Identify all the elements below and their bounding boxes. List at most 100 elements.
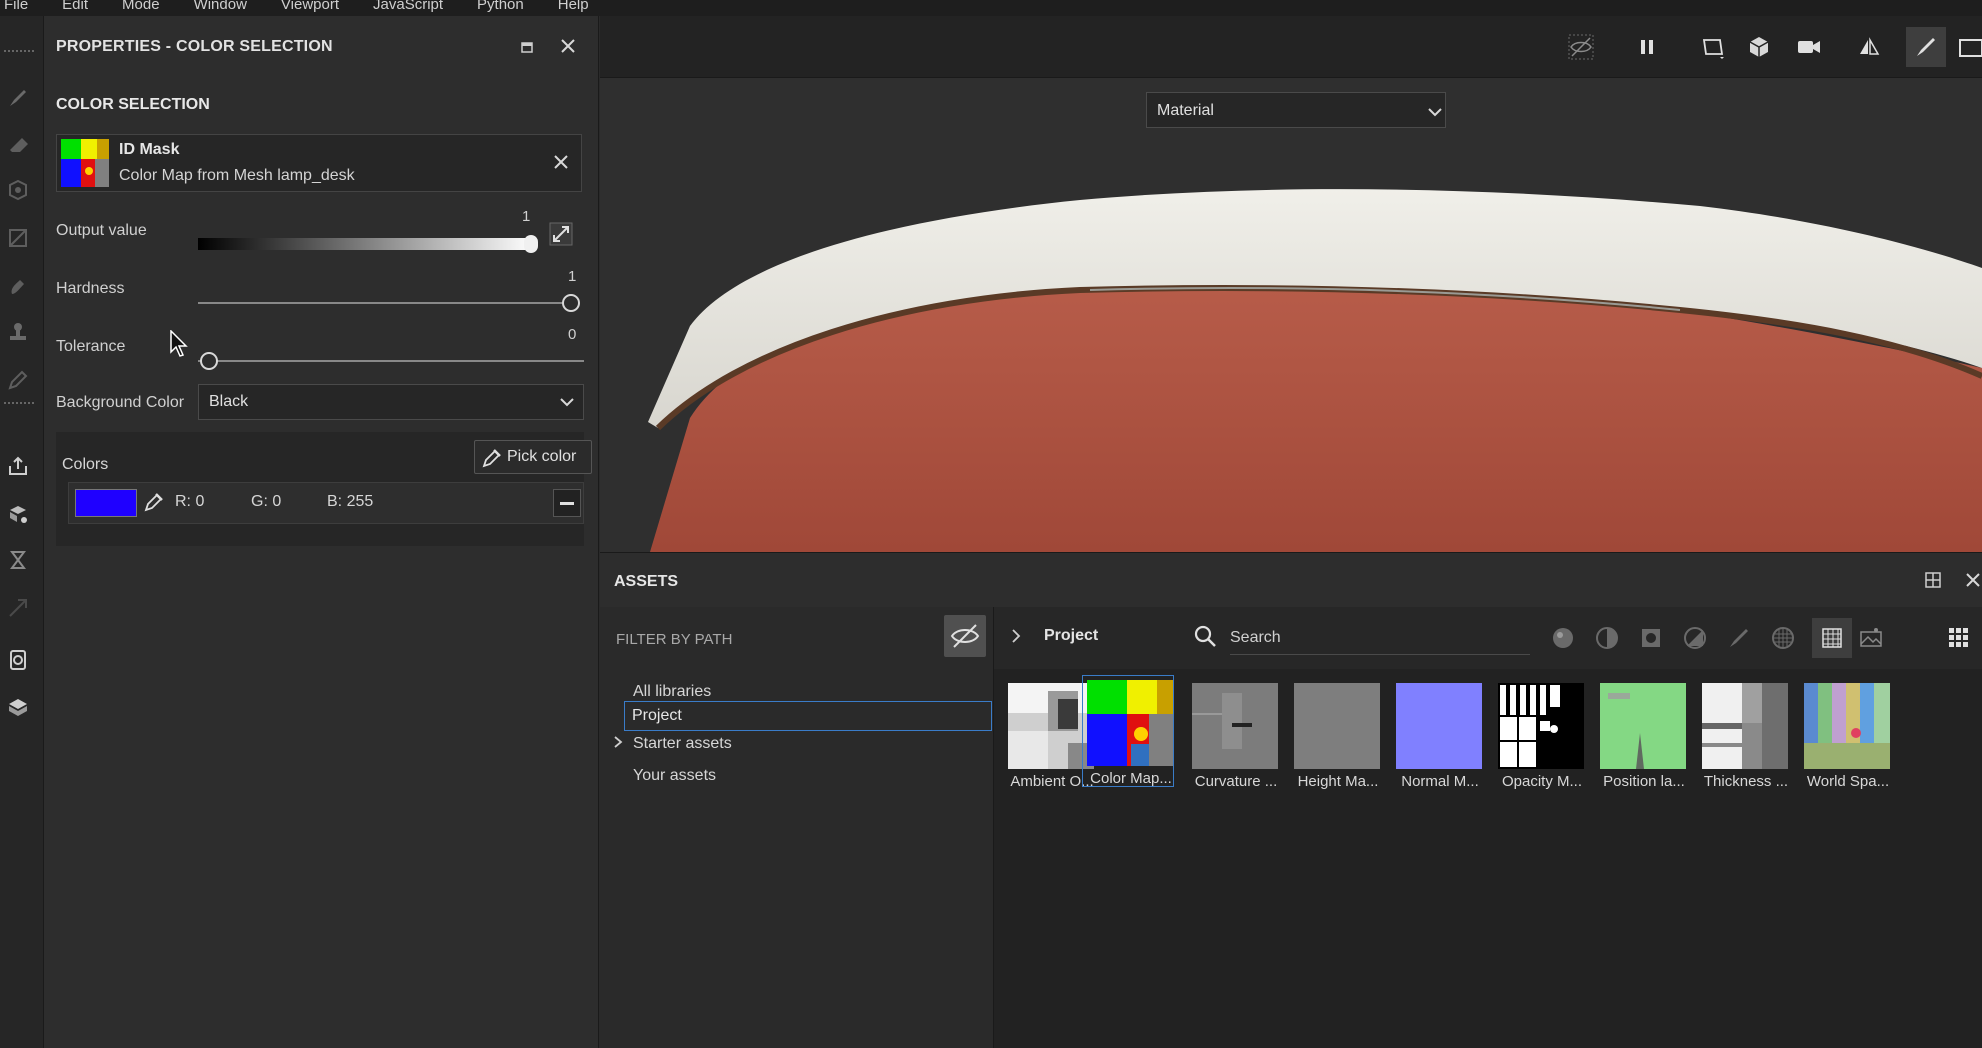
grid-view-icon[interactable] xyxy=(1944,623,1974,653)
texture-filter-icon[interactable] xyxy=(1768,623,1798,653)
normal-map-thumbnail-icon xyxy=(1396,683,1482,769)
lamp-shade-render xyxy=(648,189,1982,552)
asset-tile[interactable]: Opacity M... xyxy=(1494,679,1586,791)
tree-item-project[interactable]: Project xyxy=(624,701,992,731)
menu-file[interactable]: File xyxy=(4,0,28,12)
polygon-fill-icon[interactable] xyxy=(4,224,32,252)
asset-tile[interactable]: World Spa... xyxy=(1800,679,1892,791)
generator-filter-icon[interactable] xyxy=(1680,623,1710,653)
hardness-readout: 1 xyxy=(568,268,577,285)
asset-tile[interactable]: Position la... xyxy=(1596,679,1688,791)
bake-mesh-icon[interactable] xyxy=(4,500,32,528)
output-value-label: Output value xyxy=(56,222,147,239)
properties-panel: PROPERTIES - COLOR SELECTION COLOR SELEC… xyxy=(44,16,599,1048)
projection-cube-icon[interactable] xyxy=(4,176,32,204)
background-color-select[interactable]: Black xyxy=(198,384,584,420)
id-mask-source[interactable]: ID Mask Color Map from Mesh lamp_desk xyxy=(56,134,582,192)
search-input[interactable] xyxy=(1230,621,1530,655)
asset-tile[interactable]: Curvature ... xyxy=(1188,679,1280,791)
menu-python[interactable]: Python xyxy=(477,0,524,12)
camera-icon[interactable] xyxy=(1794,32,1824,62)
asset-tile[interactable]: Thickness ... xyxy=(1698,679,1790,791)
background-color-label: Background Color xyxy=(56,394,185,411)
tolerance-handle[interactable] xyxy=(200,352,218,370)
assets-toolbar: Project xyxy=(994,607,1982,669)
tree-item-starter-assets[interactable]: Starter assets xyxy=(633,735,732,753)
export-icon[interactable] xyxy=(4,452,32,480)
viewport-mode-value: Material xyxy=(1157,102,1214,119)
3d-viewport[interactable] xyxy=(600,78,1982,552)
3d-cube-icon[interactable] xyxy=(1744,32,1774,62)
world-space-normal-thumbnail-icon xyxy=(1804,683,1890,769)
toolbar-separator xyxy=(4,402,34,405)
brush-filter-icon[interactable] xyxy=(1724,623,1754,653)
float-panel-icon[interactable] xyxy=(518,38,536,56)
paint-brush-icon[interactable] xyxy=(4,84,32,112)
tree-item-all-libraries[interactable]: All libraries xyxy=(633,683,711,701)
2d-view-icon[interactable] xyxy=(1698,32,1728,62)
hourglass-icon[interactable] xyxy=(4,546,32,574)
menu-javascript[interactable]: JavaScript xyxy=(373,0,443,12)
mask-filter-icon[interactable] xyxy=(1636,623,1666,653)
chevron-right-icon[interactable] xyxy=(1010,627,1022,645)
baked-map-filter-icon[interactable] xyxy=(1812,618,1852,658)
screenshot-icon[interactable] xyxy=(1956,32,1982,62)
eyedropper-icon[interactable] xyxy=(143,491,165,513)
shader-settings-icon[interactable] xyxy=(4,646,32,674)
menu-edit[interactable]: Edit xyxy=(62,0,88,12)
material-filter-icon[interactable] xyxy=(1548,623,1578,653)
close-icon[interactable] xyxy=(558,36,578,56)
asset-tile[interactable]: Normal M... xyxy=(1392,679,1484,791)
menu-help[interactable]: Help xyxy=(558,0,589,12)
smart-material-filter-icon[interactable] xyxy=(1592,623,1622,653)
hide-filter-button[interactable] xyxy=(944,615,986,657)
output-value-handle[interactable] xyxy=(524,235,538,253)
mouse-cursor-icon xyxy=(170,330,188,357)
pick-color-button[interactable]: Pick color xyxy=(474,440,592,474)
viewport-toolbar xyxy=(600,16,1982,78)
hardness-slider[interactable] xyxy=(198,302,578,304)
menu-bar: File Edit Mode Window Viewport JavaScrip… xyxy=(0,0,1982,16)
menu-window[interactable]: Window xyxy=(194,0,247,12)
position-map-thumbnail-icon xyxy=(1600,683,1686,769)
clone-stamp-icon[interactable] xyxy=(4,318,32,346)
chevron-right-icon[interactable] xyxy=(612,735,624,749)
eyedropper-icon xyxy=(482,449,501,468)
breadcrumb[interactable]: Project xyxy=(1044,627,1098,645)
opacity-map-thumbnail-icon xyxy=(1498,683,1584,769)
viewport-mode-select[interactable]: Material xyxy=(1146,92,1446,128)
assets-title: ASSETS xyxy=(614,573,679,590)
id-mask-description: Color Map from Mesh lamp_desk xyxy=(119,167,355,184)
paint-mode-icon[interactable] xyxy=(1906,27,1946,67)
output-value-slider[interactable] xyxy=(198,238,534,250)
hide-overlays-icon[interactable] xyxy=(1566,32,1596,62)
color-swatch[interactable] xyxy=(75,489,137,517)
asset-tile[interactable]: Height Ma... xyxy=(1290,679,1382,791)
filter-by-path-label: FILTER BY PATH xyxy=(616,631,733,648)
color-picker-icon[interactable] xyxy=(4,366,32,394)
resize-icon[interactable] xyxy=(4,594,32,622)
remove-color-button[interactable] xyxy=(553,489,581,517)
menu-viewport[interactable]: Viewport xyxy=(281,0,339,12)
asset-tile[interactable]: Color Map... xyxy=(1082,675,1174,787)
random-seed-icon[interactable] xyxy=(548,221,574,247)
eraser-icon[interactable] xyxy=(4,130,32,158)
filter-pane: FILTER BY PATH All libraries Project Sta… xyxy=(600,607,994,1048)
texture-set-icon[interactable] xyxy=(4,694,32,722)
hardness-handle[interactable] xyxy=(562,294,580,312)
smudge-icon[interactable] xyxy=(4,272,32,300)
environment-filter-icon[interactable] xyxy=(1856,623,1886,653)
remove-source-icon[interactable] xyxy=(551,152,571,172)
close-icon[interactable] xyxy=(1964,571,1982,589)
eye-off-icon xyxy=(950,624,980,648)
dock-layout-icon[interactable] xyxy=(1924,571,1942,589)
tree-item-your-assets[interactable]: Your assets xyxy=(633,767,716,785)
chevron-down-icon xyxy=(1428,108,1442,117)
menu-mode[interactable]: Mode xyxy=(122,0,160,12)
symmetry-icon[interactable] xyxy=(1854,32,1884,62)
tolerance-slider[interactable] xyxy=(198,360,584,362)
search-icon xyxy=(1194,625,1216,647)
panel-title: PROPERTIES - COLOR SELECTION xyxy=(56,38,333,55)
pause-icon[interactable] xyxy=(1632,32,1662,62)
color-map-thumbnail-icon xyxy=(1087,680,1173,766)
